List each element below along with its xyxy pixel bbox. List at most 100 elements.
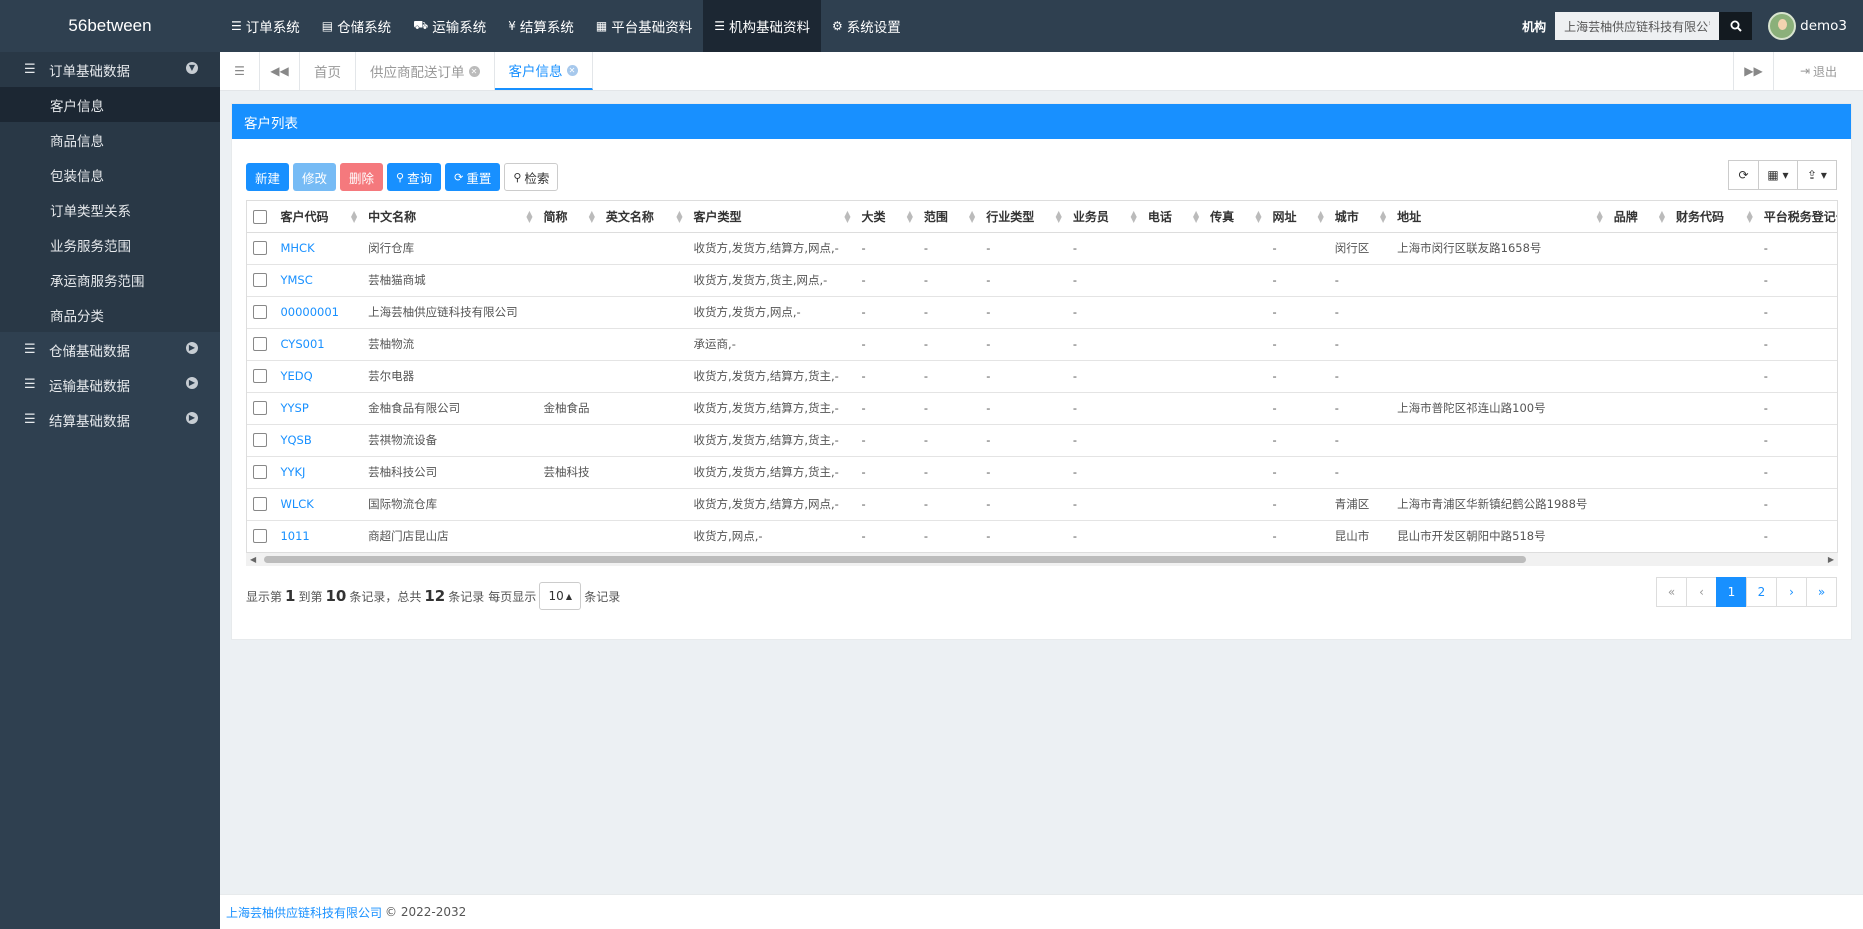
- table-row[interactable]: YYSP 金柚食品有限公司 金柚食品 收货方,发货方,结算方,货主,- - - - - - - 上海…: [247, 392, 1837, 425]
- sidebar-item[interactable]: 商品信息: [0, 122, 220, 157]
- query-button[interactable]: ⚲ 查询: [387, 163, 442, 191]
- column-header[interactable]: 行业类型 ▲ ▼: [980, 201, 1067, 233]
- row-select-cell[interactable]: [247, 392, 275, 425]
- customer-code-link[interactable]: YMSC: [274, 264, 363, 297]
- sort-icon[interactable]: ▲ ▼: [1056, 210, 1062, 224]
- row-select-cell[interactable]: [247, 456, 275, 489]
- row-checkbox[interactable]: [253, 465, 267, 480]
- sort-icon[interactable]: ▲ ▼: [844, 210, 850, 224]
- tab-home[interactable]: 首页: [300, 52, 356, 90]
- row-select-cell[interactable]: [247, 520, 275, 553]
- sort-icon[interactable]: ▲ ▼: [676, 210, 682, 224]
- page-button[interactable]: 1: [1716, 577, 1747, 607]
- top-menu-settlement[interactable]: ¥ 结算系统: [497, 0, 585, 52]
- top-menu-warehouse[interactable]: ▤ 仓储系统: [311, 0, 402, 52]
- row-checkbox[interactable]: [253, 401, 267, 416]
- table-row[interactable]: WLCK 国际物流仓库 收货方,发货方,结算方,网点,- - - - - - 青浦区 上海市青浦区…: [247, 488, 1837, 521]
- sidebar-group[interactable]: ☰ 仓储基础数据 ▶: [0, 332, 220, 367]
- row-select-cell[interactable]: [247, 360, 275, 393]
- customer-code-link[interactable]: 00000001: [274, 296, 363, 329]
- sort-icon[interactable]: ▲ ▼: [1380, 210, 1386, 224]
- select-all-cell[interactable]: [247, 201, 275, 233]
- logout-button[interactable]: ⇥ 退出: [1773, 52, 1863, 90]
- sidebar-item[interactable]: 承运商服务范围: [0, 262, 220, 297]
- column-header[interactable]: 网址 ▲ ▼: [1266, 201, 1329, 233]
- column-header[interactable]: 品牌 ▲ ▼: [1607, 201, 1671, 233]
- top-menu-settings[interactable]: ⚙ 系统设置: [821, 0, 912, 52]
- page-button[interactable]: «: [1656, 577, 1687, 607]
- page-button[interactable]: ›: [1776, 577, 1807, 607]
- table-row[interactable]: YMSC芸柚猫商城收货方,发货方,货主,网点,---------: [247, 264, 1837, 297]
- customer-code-link[interactable]: MHCK: [274, 232, 363, 265]
- sort-icon[interactable]: ▲ ▼: [1255, 210, 1261, 224]
- footer-company-link[interactable]: 上海芸柚供应链科技有限公司: [226, 904, 382, 921]
- column-header[interactable]: 业务员 ▲ ▼: [1066, 201, 1142, 233]
- row-checkbox[interactable]: [253, 433, 267, 448]
- sort-icon[interactable]: ▲ ▼: [351, 210, 357, 224]
- column-header[interactable]: 地址 ▲ ▼: [1391, 201, 1608, 233]
- columns-toggle-button[interactable]: ▦ ▾: [1758, 160, 1798, 190]
- column-header[interactable]: 城市 ▲ ▼: [1328, 201, 1392, 233]
- sort-icon[interactable]: ▲ ▼: [1659, 210, 1665, 224]
- sidebar-group[interactable]: ☰ 运输基础数据 ▶: [0, 367, 220, 402]
- table-row[interactable]: 1011 商超门店昆山店 收货方,网点,- - - - - - 昆山市 昆山市开发区朝阳中路518…: [247, 520, 1837, 553]
- column-header[interactable]: 客户代码 ▲ ▼: [274, 201, 363, 233]
- sort-icon[interactable]: ▲ ▼: [589, 210, 595, 224]
- row-checkbox[interactable]: [253, 273, 267, 288]
- column-header[interactable]: 简称 ▲ ▼: [537, 201, 600, 233]
- avatar[interactable]: [1768, 12, 1797, 40]
- sidebar-item[interactable]: 业务服务范围: [0, 227, 220, 262]
- column-header[interactable]: 平台税务登记号▲▼: [1757, 201, 1837, 233]
- org-input[interactable]: [1555, 12, 1720, 40]
- column-header[interactable]: 范围 ▲ ▼: [917, 201, 981, 233]
- sidebar-item[interactable]: 商品分类: [0, 297, 220, 332]
- customer-code-link[interactable]: YYSP: [274, 392, 363, 425]
- column-header[interactable]: 中文名称 ▲ ▼: [362, 201, 538, 233]
- table-row[interactable]: 00000001 上海芸柚供应链科技有限公司 收货方,发货方,网点,- - - - - - - -…: [247, 296, 1837, 329]
- scrollbar-thumb[interactable]: [264, 556, 1526, 563]
- tab-item[interactable]: 客户信息 ✕: [494, 52, 593, 90]
- sidebar-item[interactable]: 客户信息: [0, 87, 220, 122]
- tabs-scroll-left-button[interactable]: ◀◀: [260, 52, 300, 90]
- column-header[interactable]: 传真 ▲ ▼: [1204, 201, 1267, 233]
- sidebar-group-order-basic[interactable]: ☰ 订单基础数据 ▼: [0, 52, 220, 87]
- table-row[interactable]: YQSB芸祺物流设备收货方,发货方,结算方,货主,---------: [247, 424, 1837, 457]
- customer-code-link[interactable]: WLCK: [274, 488, 363, 521]
- row-checkbox[interactable]: [253, 369, 267, 384]
- page-button[interactable]: ‹: [1686, 577, 1717, 607]
- user-name[interactable]: demo3: [1800, 18, 1847, 34]
- sort-icon[interactable]: ▲ ▼: [526, 210, 532, 224]
- menu-toggle-button[interactable]: ☰: [220, 52, 260, 90]
- row-select-cell[interactable]: [247, 264, 275, 297]
- sort-icon[interactable]: ▲ ▼: [1747, 210, 1753, 224]
- scroll-right-arrow-icon[interactable]: ▶: [1828, 555, 1834, 564]
- customer-code-link[interactable]: YQSB: [274, 424, 363, 457]
- sort-icon[interactable]: ▲ ▼: [907, 210, 913, 224]
- row-select-cell[interactable]: [247, 328, 275, 361]
- row-checkbox[interactable]: [253, 497, 267, 512]
- row-checkbox[interactable]: [253, 337, 267, 352]
- row-select-cell[interactable]: [247, 232, 275, 265]
- org-search-button[interactable]: [1719, 12, 1753, 40]
- sidebar-item[interactable]: 订单类型关系: [0, 192, 220, 227]
- sort-icon[interactable]: ▲ ▼: [969, 210, 975, 224]
- select-all-checkbox[interactable]: [253, 209, 267, 224]
- close-icon[interactable]: ✕: [468, 65, 480, 77]
- sidebar-group[interactable]: ☰ 结算基础数据 ▶: [0, 402, 220, 437]
- page-button[interactable]: 2: [1746, 577, 1777, 607]
- top-menu-order[interactable]: ☰ 订单系统: [220, 0, 311, 52]
- sort-icon[interactable]: ▲ ▼: [1318, 210, 1324, 224]
- customer-code-link[interactable]: YEDQ: [274, 360, 363, 393]
- top-menu-platform[interactable]: ▦ 平台基础资料: [585, 0, 703, 52]
- page-button[interactable]: »: [1806, 577, 1837, 607]
- sort-icon[interactable]: ▲ ▼: [1131, 210, 1137, 224]
- page-size-select[interactable]: 10 ▲: [539, 582, 582, 610]
- customer-code-link[interactable]: 1011: [274, 520, 363, 553]
- export-button[interactable]: ⇪ ▾: [1797, 160, 1837, 190]
- column-header[interactable]: 大类 ▲ ▼: [855, 201, 918, 233]
- column-header[interactable]: 客户类型 ▲ ▼: [687, 201, 856, 233]
- new-button[interactable]: 新建: [246, 163, 290, 191]
- column-header[interactable]: 电话 ▲ ▼: [1141, 201, 1205, 233]
- top-menu-org[interactable]: ☰ 机构基础资料: [703, 0, 821, 52]
- brand-logo[interactable]: 56between: [0, 16, 220, 36]
